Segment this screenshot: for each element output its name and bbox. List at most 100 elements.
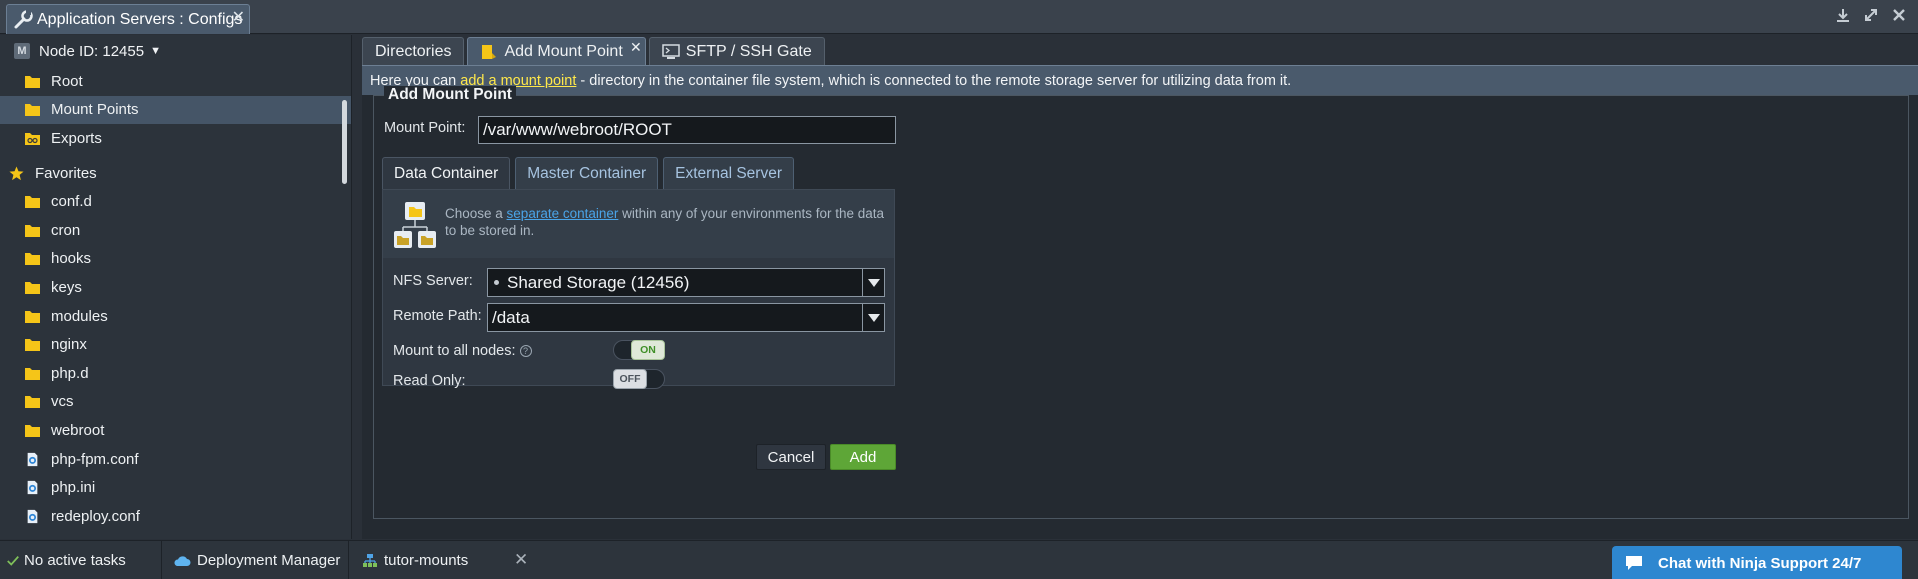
- main-area: Directories Add Mount Point ✕ SFTP / SSH…: [362, 35, 1918, 539]
- tree-scrollbar[interactable]: [342, 100, 347, 184]
- read-only-toggle[interactable]: OFF: [613, 369, 665, 389]
- chat-bubble-icon: [1626, 556, 1642, 570]
- tree-item-conf-d[interactable]: conf.d: [0, 187, 351, 216]
- file-tree: Root Mount Points Exports Favorites conf…: [0, 67, 351, 537]
- mount-point-label: Mount Point:: [384, 120, 466, 136]
- dropdown-arrow-icon[interactable]: [862, 269, 884, 296]
- folder-icon: [25, 339, 40, 352]
- tab-label: SFTP / SSH Gate: [685, 42, 812, 60]
- window-tab-close-icon[interactable]: ✕: [232, 7, 245, 27]
- cloud-icon: [174, 555, 191, 566]
- mount-point-input[interactable]: [478, 116, 896, 144]
- nfs-server-label: NFS Server:: [393, 273, 473, 289]
- folder-icon: [25, 196, 40, 209]
- tree-item-php-fpm-conf[interactable]: php-fpm.conf: [0, 445, 351, 474]
- deployment-manager-button[interactable]: Deployment Manager: [163, 541, 349, 579]
- tree-item-label: cron: [51, 221, 81, 239]
- tab-sftp-ssh-gate[interactable]: SFTP / SSH Gate: [648, 37, 825, 65]
- mount-all-nodes-toggle[interactable]: ON: [613, 340, 665, 360]
- environment-tab[interactable]: tutor-mounts: [350, 541, 538, 579]
- folder-icon: [25, 310, 40, 323]
- tab-master-container[interactable]: Master Container: [515, 157, 659, 189]
- deployment-label: Deployment Manager: [197, 552, 341, 569]
- info-suffix: - directory in the container file system…: [576, 72, 1292, 89]
- container-tree-icon: [394, 202, 436, 248]
- tree-item-mount-points[interactable]: Mount Points: [0, 95, 351, 125]
- node-icon: M: [14, 43, 30, 59]
- tab-external-server[interactable]: External Server: [663, 157, 794, 189]
- tree-item-label: modules: [51, 307, 108, 325]
- fieldset-legend: Add Mount Point: [384, 86, 516, 104]
- tree-item-root[interactable]: Root: [0, 67, 351, 96]
- environment-icon: [363, 553, 377, 567]
- maximize-icon[interactable]: [1862, 6, 1880, 24]
- checkmark-icon: [7, 555, 19, 566]
- tree-item-keys[interactable]: keys: [0, 273, 351, 302]
- nfs-server-value: Shared Storage (12456): [507, 272, 690, 292]
- mount-all-nodes-label: Mount to all nodes:?: [393, 343, 532, 359]
- remote-path-select[interactable]: /data: [487, 303, 885, 332]
- task-status[interactable]: No active tasks: [0, 541, 162, 579]
- window-tab[interactable]: Application Servers : Configs ✕: [6, 4, 250, 34]
- separate-container-link[interactable]: separate container: [507, 206, 619, 221]
- node-selector[interactable]: M Node ID: 12455 ▼: [0, 35, 351, 67]
- remote-path-label: Remote Path:: [393, 308, 482, 324]
- tree-item-exports[interactable]: Exports: [0, 124, 351, 153]
- caret-down-icon: ▼: [150, 45, 161, 57]
- tree-item-hooks[interactable]: hooks: [0, 245, 351, 274]
- tree-item-php-d[interactable]: php.d: [0, 359, 351, 388]
- tree-item-label: php.ini: [51, 479, 96, 497]
- tab-add-mount-point[interactable]: Add Mount Point ✕: [467, 37, 646, 65]
- title-bar: Application Servers : Configs ✕: [0, 0, 1918, 34]
- toggle-state: OFF: [613, 369, 647, 389]
- window-title: Application Servers : Configs: [37, 10, 243, 28]
- tab-directories[interactable]: Directories: [362, 37, 465, 65]
- environment-close-icon[interactable]: ✕: [514, 550, 528, 570]
- mount-all-nodes-text: Mount to all nodes:: [393, 343, 516, 359]
- tree-item-label: php-fpm.conf: [51, 450, 139, 468]
- tree-item-redeploy-conf[interactable]: redeploy.conf: [0, 502, 351, 531]
- source-type-tabs: Data Container Master Container External…: [382, 157, 794, 189]
- favorites-label: Favorites: [35, 164, 97, 182]
- tree-item-vcs[interactable]: vcs: [0, 388, 351, 417]
- tree-item-modules[interactable]: modules: [0, 302, 351, 331]
- node-label: Node ID: 12455: [39, 42, 145, 60]
- favorites-header[interactable]: Favorites: [0, 159, 351, 188]
- nfs-server-select[interactable]: Shared Storage (12456): [487, 268, 885, 297]
- remote-path-value: /data: [492, 307, 530, 327]
- tab-label: Add Mount Point: [504, 42, 623, 60]
- tree-item-webroot[interactable]: webroot: [0, 416, 351, 445]
- file-icon: [27, 509, 38, 523]
- folder-icon: [25, 224, 40, 237]
- read-only-label: Read Only:: [393, 373, 466, 389]
- tab-close-icon[interactable]: ✕: [630, 39, 642, 56]
- tree-item-label: Exports: [51, 129, 102, 147]
- close-icon[interactable]: [1890, 6, 1908, 24]
- tree-item-label: hooks: [51, 250, 92, 268]
- node-status-dot: [494, 280, 499, 285]
- folder-icon: [25, 424, 40, 437]
- tree-item-cron[interactable]: cron: [0, 216, 351, 245]
- terminal-icon: [662, 43, 680, 59]
- download-icon[interactable]: [1834, 6, 1852, 24]
- info-bar: Here you can add a mount point - directo…: [362, 65, 1918, 95]
- tree-item-label: php.d: [51, 364, 89, 382]
- tree-item-php-ini[interactable]: php.ini: [0, 473, 351, 502]
- tree-item-label: keys: [51, 278, 82, 296]
- dropdown-arrow-icon[interactable]: [862, 304, 884, 331]
- tree-item-nginx[interactable]: nginx: [0, 330, 351, 359]
- cancel-button[interactable]: Cancel: [756, 444, 826, 470]
- folder-icon: [25, 396, 40, 409]
- star-icon: [9, 166, 24, 180]
- folder-icon: [25, 253, 40, 266]
- description-text: Choose a separate container within any o…: [445, 205, 885, 239]
- chat-support-button[interactable]: Chat with Ninja Support 24/7: [1612, 546, 1902, 579]
- add-button[interactable]: Add: [830, 444, 896, 470]
- help-icon[interactable]: ?: [519, 345, 532, 357]
- tab-data-container[interactable]: Data Container: [382, 157, 511, 189]
- folder-icon: [25, 281, 40, 294]
- chat-label: Chat with Ninja Support 24/7: [1658, 554, 1862, 572]
- toggle-state: ON: [631, 340, 665, 360]
- file-icon: [27, 480, 38, 495]
- tree-item-label: redeploy.conf: [51, 507, 140, 525]
